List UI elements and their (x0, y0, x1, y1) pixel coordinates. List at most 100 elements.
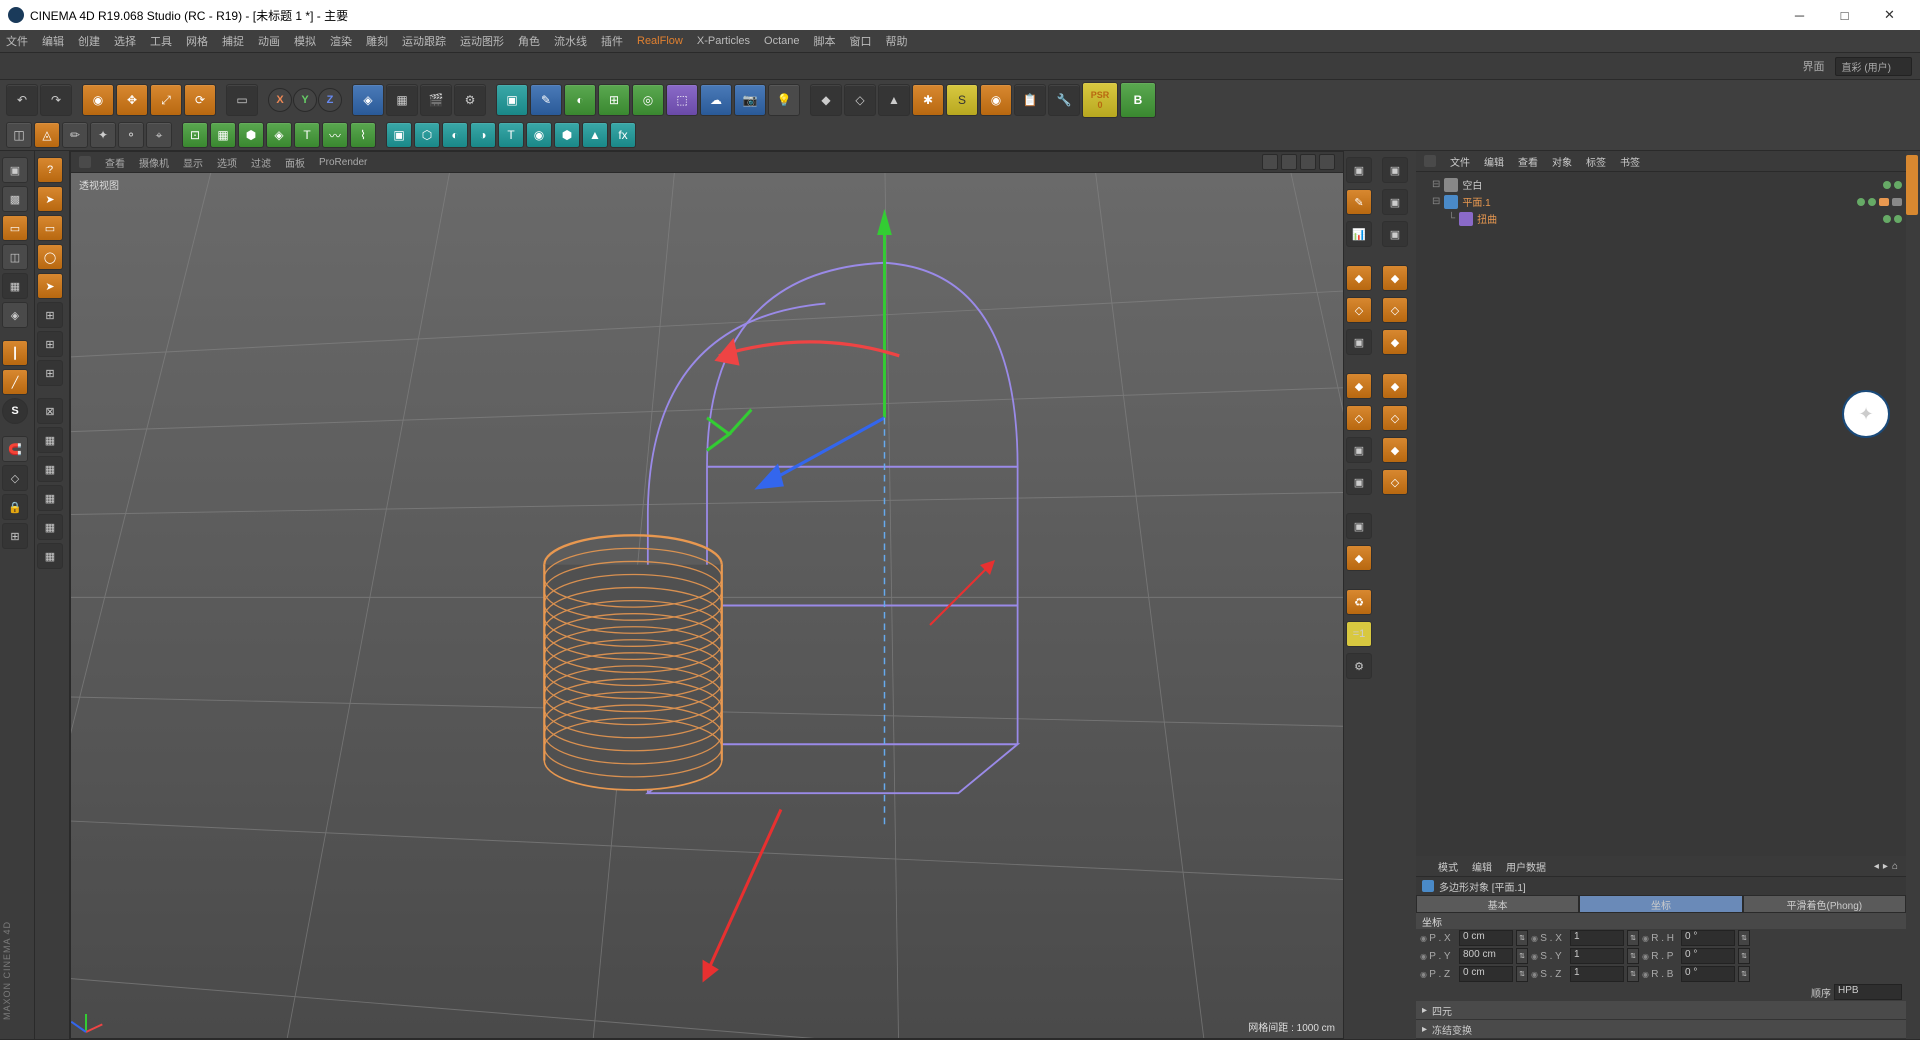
obj-menu-0[interactable]: 文件 (1450, 154, 1470, 169)
field-S . Z[interactable]: 1 (1570, 966, 1624, 982)
viewport-canvas[interactable]: 透视视图 网格间距 : 1000 cm (71, 173, 1343, 1038)
xp-3[interactable]: ▲ (878, 84, 910, 116)
render-view[interactable]: ▦ (386, 84, 418, 116)
lp2-a-icon[interactable]: ▦ (37, 427, 63, 453)
lp2-lasso-icon[interactable]: ◯ (37, 244, 63, 270)
effector-1[interactable]: ▣ (386, 122, 412, 148)
fold-freeze[interactable]: ▸ 冻结变换 (1416, 1020, 1906, 1039)
render-settings[interactable]: ⚙ (454, 84, 486, 116)
effector-8[interactable]: ▲ (582, 122, 608, 148)
vp-menu-2[interactable]: 显示 (183, 155, 203, 170)
lp-work-icon[interactable]: ◇ (2, 465, 28, 491)
object-tree[interactable]: ⊟空白⊟平面.1└扭曲 (1416, 172, 1906, 856)
menu-9[interactable]: 渲染 (330, 33, 352, 49)
rp2-i[interactable]: ◆ (1382, 437, 1408, 463)
tb2-2[interactable]: ◬ (34, 122, 60, 148)
obj-row-0[interactable]: ⊟空白 (1420, 176, 1902, 193)
rp-k[interactable]: ▣ (1346, 513, 1372, 539)
rp-cycle-icon[interactable]: ♻ (1346, 589, 1372, 615)
lp-s-icon[interactable]: S (2, 398, 28, 424)
move-tool[interactable]: ✥ (116, 84, 148, 116)
obj-row-1[interactable]: ⊟平面.1 (1420, 193, 1902, 210)
rp2-c[interactable]: ▣ (1382, 221, 1408, 247)
mograph-matrix[interactable]: ▦ (210, 122, 236, 148)
psr-button[interactable]: PSR0 (1082, 82, 1118, 118)
vp-menu-6[interactable]: ProRender (319, 157, 367, 168)
menu-16[interactable]: RealFlow (637, 35, 683, 47)
generator-boole[interactable]: ◎ (632, 84, 664, 116)
field-P . X[interactable]: 0 cm (1459, 930, 1513, 946)
undo-button[interactable]: ↶ (6, 84, 38, 116)
light[interactable]: 💡 (768, 84, 800, 116)
b-button[interactable]: B (1120, 82, 1156, 118)
lp2-move-icon[interactable]: ➤ (37, 273, 63, 299)
scale-tool[interactable]: ⤢ (150, 84, 182, 116)
tb2-6[interactable]: ⌖ (146, 122, 172, 148)
field-P . Y[interactable]: 800 cm (1459, 948, 1513, 964)
lp2-grid2-icon[interactable]: ⊞ (37, 331, 63, 357)
vp-nav-1[interactable] (1281, 154, 1297, 170)
menu-19[interactable]: 脚本 (814, 33, 836, 49)
attr-tab-1[interactable]: 坐标 (1579, 895, 1742, 913)
vp-menu-3[interactable]: 选项 (217, 155, 237, 170)
xp-6[interactable]: ◉ (980, 84, 1012, 116)
tb2-3[interactable]: ✏ (62, 122, 88, 148)
effector-7[interactable]: ⬢ (554, 122, 580, 148)
obj-menu-2[interactable]: 查看 (1518, 154, 1538, 169)
lp-edge-icon[interactable]: ╱ (2, 369, 28, 395)
lp2-d-icon[interactable]: ▦ (37, 514, 63, 540)
vp-menu-4[interactable]: 过滤 (251, 155, 271, 170)
rp2-e[interactable]: ◇ (1382, 297, 1408, 323)
axis-y-toggle[interactable]: Y (293, 88, 317, 112)
lp-cube-icon[interactable]: ▣ (2, 157, 28, 183)
tb2-4[interactable]: ✦ (90, 122, 116, 148)
lp2-rect-icon[interactable]: ▭ (37, 215, 63, 241)
effector-3[interactable]: ◐ (442, 122, 468, 148)
side-tab[interactable] (1906, 155, 1918, 215)
rp-d[interactable]: ◆ (1346, 265, 1372, 291)
effector-6[interactable]: ◉ (526, 122, 552, 148)
menu-4[interactable]: 工具 (150, 33, 172, 49)
maximize-button[interactable]: □ (1822, 0, 1867, 30)
spline-pen[interactable]: ✎ (530, 84, 562, 116)
lp-vert-icon[interactable]: ┃ (2, 340, 28, 366)
obj-menu-3[interactable]: 对象 (1552, 154, 1572, 169)
lp-model-icon[interactable]: ▦ (2, 273, 28, 299)
mograph-instance[interactable]: ◈ (266, 122, 292, 148)
lp2-b-icon[interactable]: ▦ (37, 456, 63, 482)
rp-l[interactable]: ◆ (1346, 545, 1372, 571)
vp-nav-3[interactable] (1319, 154, 1335, 170)
rp-f[interactable]: ▣ (1346, 329, 1372, 355)
menu-10[interactable]: 雕刻 (366, 33, 388, 49)
lp-plane-icon[interactable]: ▭ (2, 215, 28, 241)
lp-lock-icon[interactable]: 🔒 (2, 494, 28, 520)
lp-cyl-icon[interactable]: ◫ (2, 244, 28, 270)
effector-4[interactable]: ◑ (470, 122, 496, 148)
rp-e[interactable]: ◇ (1346, 297, 1372, 323)
mograph-text[interactable]: T (294, 122, 320, 148)
mograph-spline[interactable]: ⌇ (350, 122, 376, 148)
menu-20[interactable]: 窗口 (850, 33, 872, 49)
lp-magnet-icon[interactable]: 🧲 (2, 436, 28, 462)
lp-grid-icon[interactable]: ⊞ (2, 523, 28, 549)
rp-a[interactable]: ▣ (1346, 157, 1372, 183)
xp-s[interactable]: S (946, 84, 978, 116)
rp2-h[interactable]: ◇ (1382, 405, 1408, 431)
attr-menu-0[interactable]: 模式 (1438, 859, 1458, 874)
xp-7[interactable]: 📋 (1014, 84, 1046, 116)
lp2-grid3-icon[interactable]: ⊞ (37, 360, 63, 386)
rp-g[interactable]: ◆ (1346, 373, 1372, 399)
effector-5[interactable]: T (498, 122, 524, 148)
vp-menu-0[interactable]: 查看 (105, 155, 125, 170)
menu-5[interactable]: 网格 (186, 33, 208, 49)
obj-menu-1[interactable]: 编辑 (1484, 154, 1504, 169)
effector-9[interactable]: fx (610, 122, 636, 148)
xp-8[interactable]: 🔧 (1048, 84, 1080, 116)
menu-0[interactable]: 文件 (6, 33, 28, 49)
rotate-tool[interactable]: ⟳ (184, 84, 216, 116)
rp-b[interactable]: ✎ (1346, 189, 1372, 215)
obj-row-2[interactable]: └扭曲 (1420, 210, 1902, 227)
tb2-1[interactable]: ◫ (6, 122, 32, 148)
axis-z-toggle[interactable]: Z (318, 88, 342, 112)
rp-j[interactable]: ▣ (1346, 469, 1372, 495)
